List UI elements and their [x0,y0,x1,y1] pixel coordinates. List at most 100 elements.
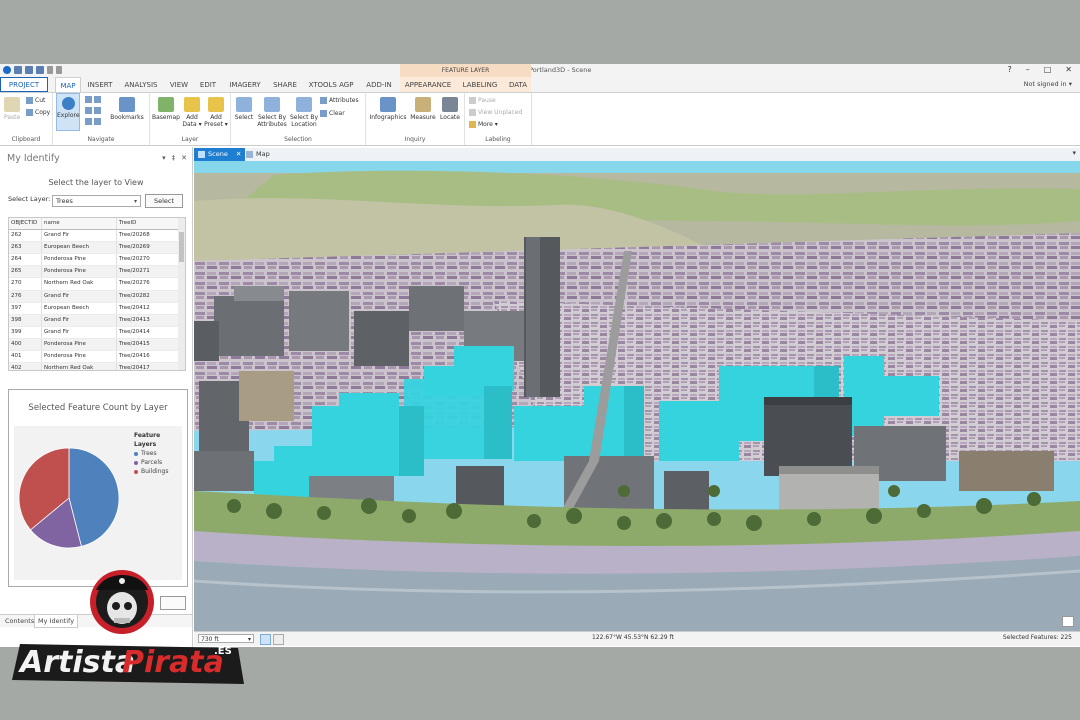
view-unplaced-button[interactable]: View Unplaced [469,109,522,116]
tab-imagery[interactable]: IMAGERY [225,77,265,92]
locate-button[interactable]: Locate [438,97,462,121]
labeling-group: Pause View Unplaced More ▾ Labeling [465,93,532,145]
previous-next-extent[interactable] [85,118,101,125]
tab-analysis[interactable]: ANALYSIS [121,77,161,92]
cut-label: Cut [35,97,46,104]
select-by-location-icon [296,97,312,112]
tab-share[interactable]: SHARE [270,77,300,92]
tab-insert[interactable]: INSERT [85,77,115,92]
infographics-button[interactable]: Infographics [368,97,408,121]
tab-scene[interactable]: Scene ✕ [194,148,246,161]
cell-name: Ponderosa Pine [42,254,117,266]
table-row[interactable]: 400 Ponderosa Pine Tree/20415 [9,338,185,352]
column-header-treeid[interactable]: TreeID [117,218,179,229]
scene-view[interactable] [194,161,1080,631]
add-data-label-2: Data ▾ [182,121,202,128]
select-button[interactable]: Select [233,97,255,121]
select-layer-heading: Select the layer to View [48,178,144,187]
tab-project[interactable]: PROJECT [0,77,48,92]
cell-objectid: 399 [9,326,42,338]
pane-pin-button[interactable]: ‡ [172,154,176,162]
basemap-button[interactable]: Basemap [152,97,180,121]
table-row[interactable]: 262 Grand Fir Tree/20268 [9,230,185,243]
table-row[interactable]: 263 European Beech Tree/20269 [9,242,185,255]
table-row[interactable]: 265 Ponderosa Pine Tree/20271 [9,266,185,279]
grid-icon[interactable] [273,634,284,645]
view-menu-chevron-icon[interactable]: ▾ [1072,149,1076,157]
cell-objectid: 398 [9,314,42,326]
tab-map[interactable]: MAP [55,77,81,92]
cell-name: Grand Fir [42,326,117,338]
pane-menu-button[interactable]: ▾ [162,154,166,162]
legend-item-trees: Trees [134,449,182,458]
window-controls: ? – □ ✕ [1007,65,1072,74]
explore-button[interactable]: Explore [56,93,80,131]
table-row[interactable]: 398 Grand Fir Tree/20413 [9,314,185,327]
select-by-location-button[interactable]: Select By Location [289,97,319,128]
view-unplaced-icon [469,109,476,116]
attribution-icon[interactable] [1062,616,1074,627]
maximize-button[interactable]: □ [1044,65,1052,74]
zoom-buttons[interactable] [85,107,101,114]
copy-button[interactable]: Copy [26,109,50,116]
logo-wordmark-artista: Artista [18,645,135,680]
add-data-button[interactable]: Add Data ▾ [181,97,203,128]
table-row[interactable]: 399 Grand Fir Tree/20414 [9,326,185,339]
scene-canvas[interactable] [194,161,1080,631]
table-row[interactable]: 401 Ponderosa Pine Tree/20416 [9,351,185,364]
select-by-attributes-label-1: Select By [257,114,287,121]
tab-data[interactable]: DATA [505,77,531,92]
scene-icon [198,151,205,158]
tab-view[interactable]: VIEW [166,77,192,92]
snapping-icon[interactable] [260,634,271,645]
select-by-attributes-icon [264,97,280,112]
app-window: ArcGIS Pro - Portland3D - Scene FEATURE … [0,64,1080,647]
sign-in-status[interactable]: Not signed in ▾ [1024,80,1072,88]
legend-item-parcels: Parcels [134,458,182,467]
pane-close-button[interactable]: ✕ [181,154,187,162]
select-icon [236,97,252,112]
select-layer-dropdown[interactable]: Trees ▾ [52,195,141,207]
basemap-label: Basemap [152,114,180,121]
column-header-name[interactable]: name [42,218,117,230]
select-button[interactable]: Select [145,194,183,208]
table-scrollbar[interactable] [178,218,185,370]
table-row[interactable]: 397 European Beech Tree/20412 [9,302,185,315]
table-row[interactable]: 402 Northern Red Oak Tree/20417 [9,363,185,370]
tab-appearance[interactable]: APPEARANCE [402,77,454,92]
help-button[interactable]: ? [1007,65,1011,74]
select-by-attributes-button[interactable]: Select By Attributes [256,97,288,128]
cell-treeid: Tree/20271 [119,268,150,275]
tab-map-view[interactable]: Map [242,148,274,161]
paste-button[interactable]: Paste [4,97,20,121]
column-header-objectid[interactable]: OBJECTID [9,218,42,230]
tab-edit[interactable]: EDIT [197,77,219,92]
table-row[interactable]: 276 Grand Fir Tree/20282 [9,290,185,303]
paste-label: Paste [4,114,21,121]
tab-add-in[interactable]: ADD-IN [362,77,396,92]
table-row[interactable]: 270 Northern Red Oak Tree/20276 [9,278,185,291]
full-extent-button[interactable] [85,96,101,103]
close-icon[interactable]: ✕ [236,150,241,158]
legend-label-parcels: Parcels [141,459,163,466]
pause-button[interactable]: Pause [469,97,496,104]
tab-labeling[interactable]: LABELING [460,77,500,92]
tab-xtools-agp[interactable]: XTOOLS AGP [305,77,357,92]
logo-wordmark-suffix: .ES [214,646,232,657]
select-layer-value: Trees [56,197,73,205]
clear-button[interactable]: Clear [320,110,345,117]
table-row[interactable]: 264 Ponderosa Pine Tree/20270 [9,254,185,267]
cell-treeid: Tree/20282 [119,292,150,299]
close-button[interactable]: ✕ [1065,65,1072,74]
cut-button[interactable]: Cut [26,97,45,104]
scrollbar-thumb[interactable] [179,232,184,262]
minimize-button[interactable]: – [1026,65,1030,74]
attributes-button[interactable]: Attributes [320,97,359,104]
measure-button[interactable]: Measure [409,97,437,121]
cell-name: Grand Fir [42,314,117,326]
clear-icon [320,110,327,117]
bookmarks-button[interactable]: Bookmarks [109,97,145,121]
select-label: Select [234,114,254,121]
more-button[interactable]: More ▾ [469,121,498,128]
add-preset-button[interactable]: Add Preset ▾ [204,97,228,128]
